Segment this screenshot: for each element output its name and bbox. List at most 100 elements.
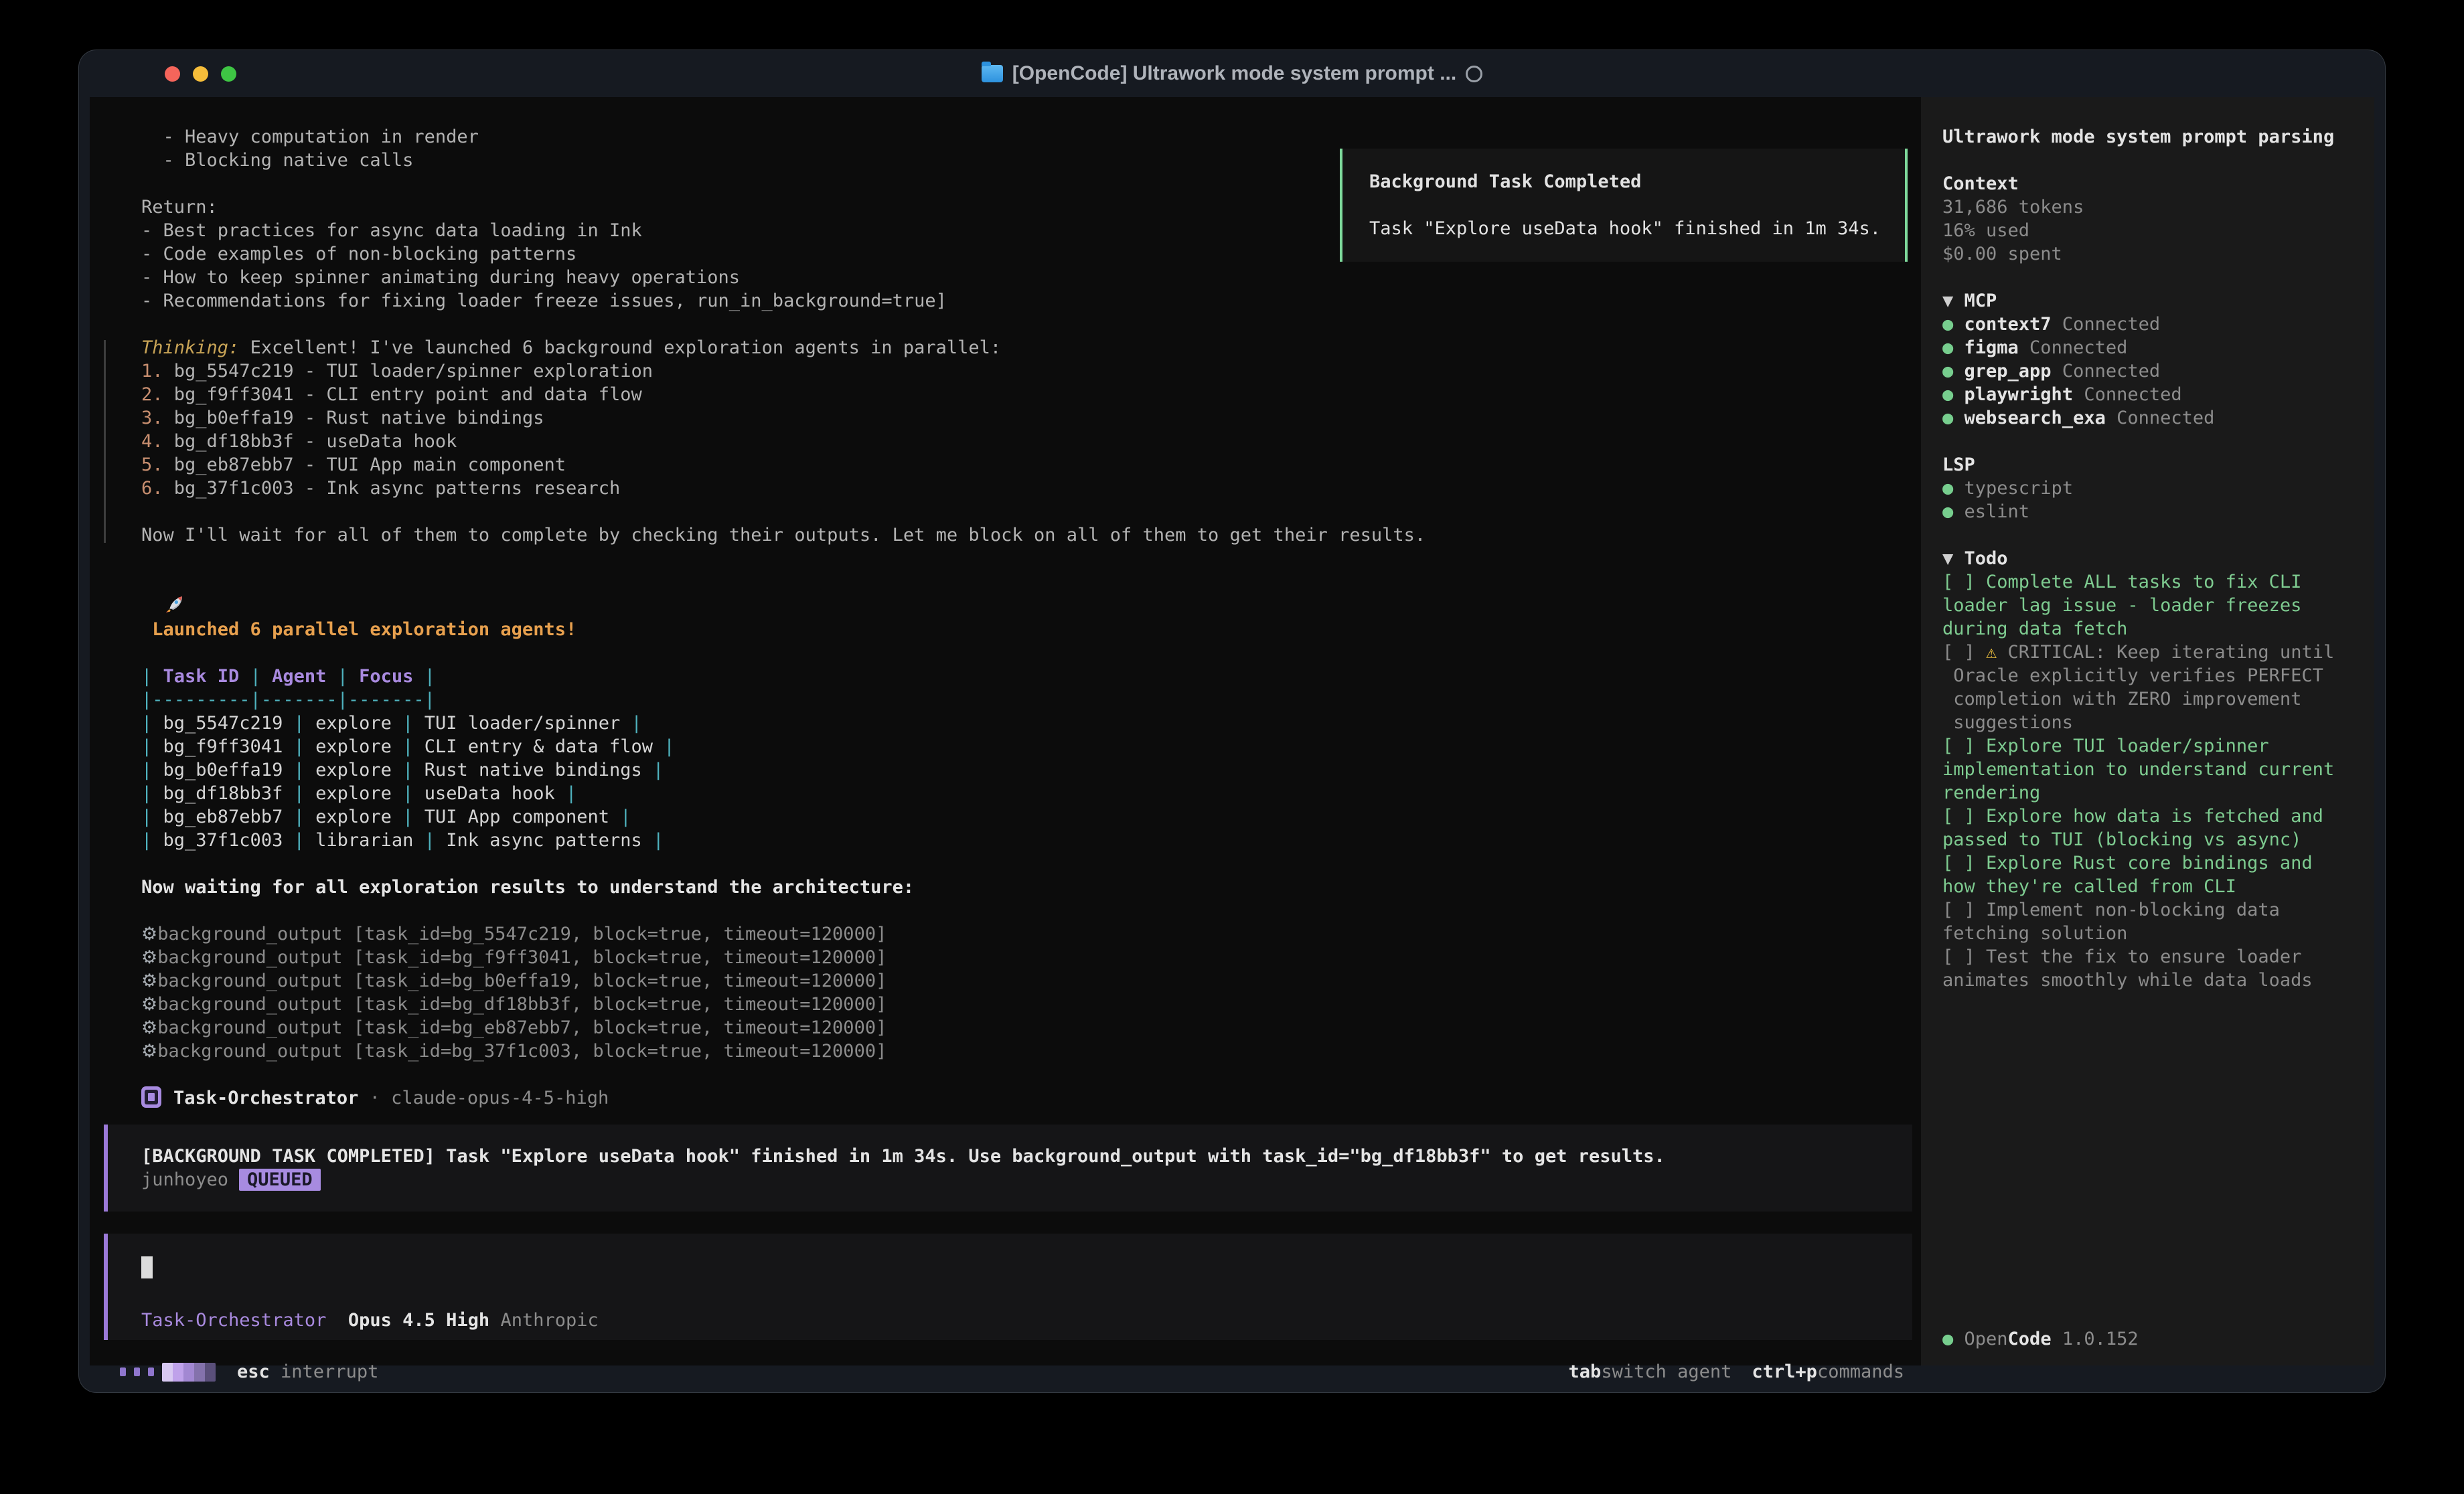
term-line: Now waiting for all exploration results … bbox=[141, 876, 1912, 899]
ctrlp-key-label: commands bbox=[1817, 1360, 1904, 1384]
term-line: ● websearch_exa Connected bbox=[1942, 406, 2361, 430]
ctrlp-key-hint: ctrl+p bbox=[1752, 1360, 1817, 1384]
term-line: - Recommendations for fixing loader free… bbox=[141, 289, 1912, 313]
tool-calls-block: ⚙background_output [task_id=bg_5547c219,… bbox=[141, 922, 1912, 1063]
status-bar: esc interrupt tab switch agent ctrl+p co… bbox=[120, 1360, 1904, 1384]
term-line: [ ] Explore how data is fetched and bbox=[1942, 805, 2361, 828]
term-line bbox=[141, 1256, 1892, 1280]
term-line: - Heavy computation in render bbox=[141, 125, 1912, 149]
term-line: | bg_37f1c003 | librarian | Ink async pa… bbox=[141, 829, 1912, 852]
background-task-completed-panel: [BACKGROUND TASK COMPLETED] Task "Explor… bbox=[104, 1125, 1912, 1212]
term-line: suggestions bbox=[1942, 711, 2361, 734]
sidebar-footer: ● OpenCode 1.0.152 bbox=[1942, 1327, 2139, 1351]
term-line: ▼ MCP bbox=[1942, 289, 2361, 313]
term-line: | Task ID | Agent | Focus | bbox=[141, 665, 1912, 688]
gear-icon: ⚙ bbox=[141, 994, 157, 1015]
sidebar: Ultrawork mode system prompt parsing Cont… bbox=[1921, 97, 2374, 1365]
window-title: [OpenCode] Ultrawork mode system prompt … bbox=[1012, 62, 1456, 85]
term-line: ● eslint bbox=[1942, 500, 2361, 523]
term-line: LSP bbox=[1942, 453, 2361, 477]
term-line: 31,686 tokens bbox=[1942, 195, 2361, 219]
close-button[interactable] bbox=[165, 66, 180, 82]
spinner-gradient-icon bbox=[162, 1363, 216, 1382]
term-line: ⚙background_output [task_id=bg_b0effa19,… bbox=[141, 969, 1912, 993]
term-line: Task-Orchestrator Opus 4.5 High Anthropi… bbox=[141, 1309, 1892, 1332]
term-line: completion with ZERO improvement bbox=[1942, 687, 2361, 711]
titlebar[interactable]: [OpenCode] Ultrawork mode system prompt … bbox=[79, 50, 2385, 97]
term-line: [ ] Test the fix to ensure loader bbox=[1942, 945, 2361, 969]
term-line bbox=[1942, 149, 2361, 172]
term-line: | bg_eb87ebb7 | explore | TUI App compon… bbox=[141, 805, 1912, 829]
zoom-button[interactable] bbox=[221, 66, 236, 82]
term-line: Launched 6 parallel exploration agents! bbox=[141, 570, 1912, 641]
window-title-group: [OpenCode] Ultrawork mode system prompt … bbox=[982, 62, 1482, 85]
term-line: ● OpenCode 1.0.152 bbox=[1942, 1327, 2139, 1351]
term-line: ⚙background_output [task_id=bg_eb87ebb7,… bbox=[141, 1016, 1912, 1040]
term-line: 4. bg_df18bb3f - useData hook bbox=[141, 430, 1912, 453]
term-line: $0.00 spent bbox=[1942, 242, 2361, 266]
terminal-main-pane: - Heavy computation in render - Blocking… bbox=[90, 97, 1921, 1365]
input-agent-row: Task-Orchestrator Opus 4.5 High Anthropi… bbox=[141, 1309, 1892, 1332]
esc-key-label: interrupt bbox=[270, 1361, 379, 1382]
gear-icon: ⚙ bbox=[141, 947, 157, 968]
prompt-input[interactable] bbox=[141, 1256, 1892, 1280]
term-line: Thinking: Excellent! I've launched 6 bac… bbox=[141, 336, 1912, 359]
term-line: [ ] Explore TUI loader/spinner bbox=[1942, 734, 2361, 758]
term-line: [ ] Explore Rust core bindings and bbox=[1942, 851, 2361, 875]
spinner-dots-icon bbox=[120, 1367, 154, 1376]
term-line: - How to keep spinner animating during h… bbox=[141, 266, 1912, 289]
window-controls bbox=[165, 66, 236, 82]
term-line: 3. bg_b0effa19 - Rust native bindings bbox=[141, 406, 1912, 430]
term-line: 6. bg_37f1c003 - Ink async patterns rese… bbox=[141, 477, 1912, 500]
prompt-input-panel[interactable]: Task-Orchestrator Opus 4.5 High Anthropi… bbox=[104, 1234, 1912, 1340]
gear-icon: ⚙ bbox=[141, 971, 157, 991]
folder-icon bbox=[982, 65, 1003, 82]
agent-icon bbox=[141, 1086, 161, 1108]
term-line: Context bbox=[1942, 172, 2361, 195]
term-line: junhoyeoQUEUED bbox=[141, 1168, 1892, 1191]
gear-icon: ⚙ bbox=[141, 924, 157, 944]
term-line: ⚙background_output [task_id=bg_f9ff3041,… bbox=[141, 946, 1912, 969]
term-line: Task-Orchestrator · claude-opus-4-5-high bbox=[141, 1086, 1912, 1110]
term-line: during data fetch bbox=[1942, 617, 2361, 641]
gear-icon: ⚙ bbox=[141, 1041, 157, 1062]
gear-icon: ⚙ bbox=[141, 1017, 157, 1038]
term-line: ⚙background_output [task_id=bg_5547c219,… bbox=[141, 922, 1912, 946]
sidebar-lines: Ultrawork mode system prompt parsing Cont… bbox=[1942, 125, 2361, 992]
waiting-line: Now waiting for all exploration results … bbox=[141, 876, 1912, 899]
term-line: 5. bg_eb87ebb7 - TUI App main component bbox=[141, 453, 1912, 477]
keyboard-hints: tab switch agent ctrl+p commands bbox=[1569, 1360, 1904, 1384]
document-dirty-icon bbox=[1466, 66, 1482, 82]
term-line: passed to TUI (blocking vs async) bbox=[1942, 828, 2361, 851]
term-line: loader lag issue - loader freezes bbox=[1942, 594, 2361, 617]
term-line: ▼ Todo bbox=[1942, 547, 2361, 570]
term-line: 2. bg_f9ff3041 - CLI entry point and dat… bbox=[141, 383, 1912, 406]
term-line: rendering bbox=[1942, 781, 2361, 805]
term-line: | bg_5547c219 | explore | TUI loader/spi… bbox=[141, 712, 1912, 735]
term-line bbox=[1942, 430, 2361, 453]
term-line: [ ] Complete ALL tasks to fix CLI bbox=[1942, 570, 2361, 594]
term-line: ● playwright Connected bbox=[1942, 383, 2361, 406]
notification-title: Background Task Completed bbox=[1369, 170, 1905, 193]
text-cursor bbox=[141, 1256, 153, 1278]
term-line: ● figma Connected bbox=[1942, 336, 2361, 359]
rocket-icon bbox=[163, 594, 185, 615]
term-line: 16% used bbox=[1942, 219, 2361, 242]
term-line: [ ] Implement non-blocking data bbox=[1942, 898, 2361, 922]
term-line: ⚙background_output [task_id=bg_37f1c003,… bbox=[141, 1040, 1912, 1063]
minimize-button[interactable] bbox=[193, 66, 208, 82]
term-line: fetching solution bbox=[1942, 922, 2361, 945]
term-line: ● grep_app Connected bbox=[1942, 359, 2361, 383]
term-line: Oracle explicitly verifies PERFECT bbox=[1942, 664, 2361, 687]
agent-header-line: Task-Orchestrator · claude-opus-4-5-high bbox=[141, 1086, 1912, 1110]
notification-body: Task "Explore useData hook" finished in … bbox=[1369, 217, 1905, 240]
term-line bbox=[1942, 523, 2361, 547]
agents-table: | Task ID | Agent | Focus ||---------|--… bbox=[141, 665, 1912, 852]
toast-notification[interactable]: Background Task Completed Task "Explore … bbox=[1340, 149, 1908, 262]
thinking-block: Thinking: Excellent! I've launched 6 bac… bbox=[141, 336, 1912, 547]
term-line: Ultrawork mode system prompt parsing bbox=[1942, 125, 2361, 149]
term-line: | bg_b0effa19 | explore | Rust native bi… bbox=[141, 758, 1912, 782]
term-line: ⚙background_output [task_id=bg_df18bb3f,… bbox=[141, 993, 1912, 1016]
term-line: [ ] ⚠ CRITICAL: Keep iterating until bbox=[1942, 641, 2361, 664]
term-line: 1. bg_5547c219 - TUI loader/spinner expl… bbox=[141, 359, 1912, 383]
